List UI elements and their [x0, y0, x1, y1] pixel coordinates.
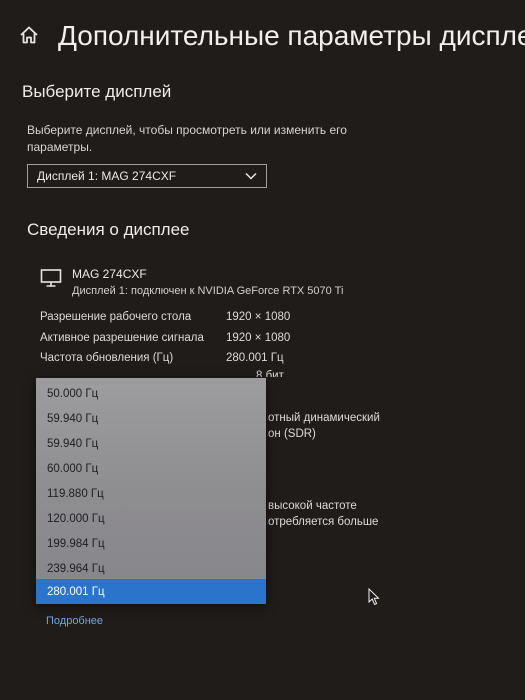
home-icon[interactable] [18, 24, 40, 46]
monitor-connection: Дисплей 1: подключен к NVIDIA GeForce RT… [72, 285, 344, 297]
monitor-icon [40, 269, 62, 287]
refresh-note-partial-line1: высокой частоте [268, 500, 357, 512]
display-select[interactable]: Дисплей 1: MAG 274CXF [27, 164, 267, 188]
active-resolution-label: Активное разрешение сигнала [40, 332, 204, 344]
display-select-value: Дисплей 1: MAG 274CXF [37, 169, 177, 183]
refresh-note-partial-line2: отребляется больше [268, 516, 379, 528]
active-resolution-value: 1920 × 1080 [226, 332, 291, 344]
refresh-option[interactable]: 50.000 Гц [36, 381, 266, 406]
refresh-option[interactable]: 120.000 Гц [36, 506, 266, 531]
select-display-description: Выберите дисплей, чтобы просмотреть или … [27, 123, 347, 154]
monitor-name: MAG 274CXF [72, 267, 147, 281]
desktop-resolution-label: Разрешение рабочего стола [40, 311, 192, 323]
refresh-option[interactable]: 280.001 Гц [36, 579, 266, 604]
refresh-option[interactable]: 59.940 Гц [36, 431, 266, 456]
refresh-option[interactable]: 199.984 Гц [36, 531, 266, 556]
refresh-rate-label: Частота обновления (Гц) [40, 352, 174, 364]
chevron-down-icon [245, 172, 257, 180]
color-space-partial-line1: отный динамический [268, 412, 380, 424]
more-info-link[interactable]: Подробнее [46, 615, 103, 627]
refresh-option[interactable]: 239.964 Гц [36, 556, 266, 581]
display-info-heading: Сведения о дисплее [27, 220, 190, 239]
color-space-partial-line2: он (SDR) [268, 428, 316, 440]
refresh-option[interactable]: 60.000 Гц [36, 456, 266, 481]
refresh-option[interactable]: 59.940 Гц [36, 406, 266, 431]
bit-depth-value-partial: 8 бит [256, 370, 284, 377]
refresh-rate-dropdown[interactable]: 50.000 Гц 59.940 Гц 59.940 Гц 60.000 Гц … [36, 378, 266, 604]
desktop-resolution-value: 1920 × 1080 [226, 311, 291, 323]
page-title: Дополнительные параметры дисплея [58, 20, 525, 51]
mouse-cursor-icon [368, 588, 380, 606]
refresh-option[interactable]: 119.880 Гц [36, 481, 266, 506]
refresh-rate-value: 280.001 Гц [226, 352, 284, 364]
select-display-heading: Выберите дисплей [22, 82, 172, 101]
